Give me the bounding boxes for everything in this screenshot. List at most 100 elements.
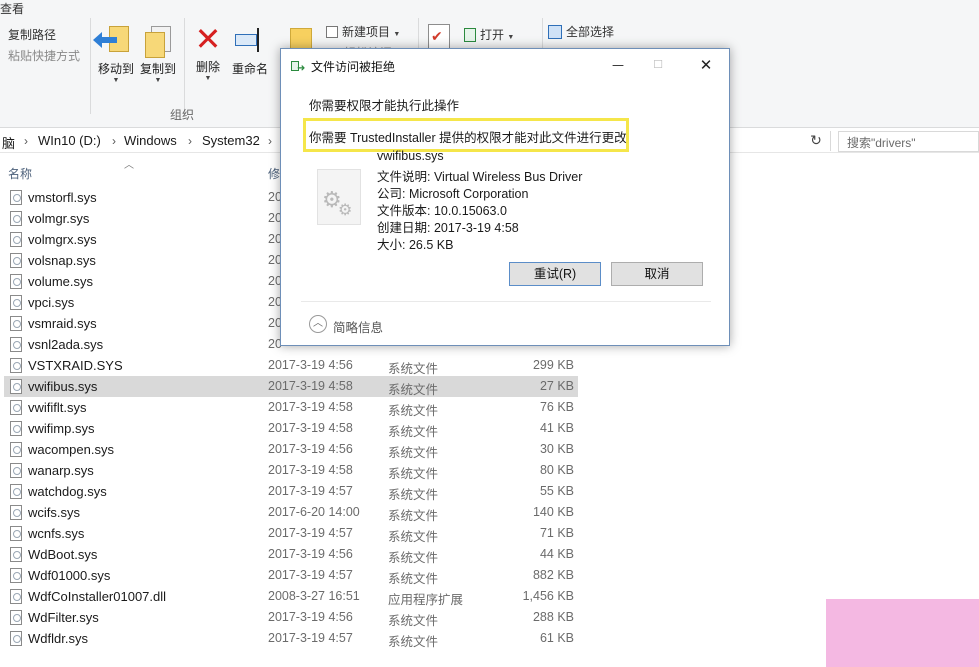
move-to-button[interactable]: 移动到 ▼ xyxy=(93,24,136,84)
file-row[interactable]: vwififlt.sys 2017-3-19 4:58 系统文件 76 KB xyxy=(0,397,979,418)
system-file-icon xyxy=(10,295,22,310)
system-file-icon xyxy=(10,484,22,499)
dialog-divider xyxy=(301,301,711,302)
column-header-modified[interactable]: 修 xyxy=(268,165,280,182)
file-row[interactable]: Wdf01000.sys 2017-3-19 4:57 系统文件 882 KB xyxy=(0,565,979,586)
file-date-cell: 2017-3-19 4:57 xyxy=(268,526,353,540)
access-denied-dialog: ➜ 文件访问被拒绝 — ☐ ✕ 你需要权限才能执行此操作 你需要 Trusted… xyxy=(280,48,730,346)
copy-path-button[interactable]: 复制路径 xyxy=(8,26,56,43)
file-date-cell: 2017-6-20 14:00 xyxy=(268,505,360,519)
file-row[interactable]: WdBoot.sys 2017-3-19 4:56 系统文件 44 KB xyxy=(0,544,979,565)
search-input[interactable]: 搜索"drivers" xyxy=(838,131,979,152)
breadcrumb-system32[interactable]: System32 xyxy=(202,133,260,148)
select-all-button[interactable]: 全部选择 xyxy=(548,23,614,40)
file-date-cell: 2017-3-19 4:56 xyxy=(268,610,353,624)
system-file-icon xyxy=(10,610,22,625)
open-label: 打开 xyxy=(480,28,505,42)
chevron-up-icon[interactable]: ︿ xyxy=(309,315,327,333)
file-type-cell: 系统文件 xyxy=(388,425,439,439)
chevron-down-icon: ▼ xyxy=(204,75,212,82)
refresh-icon[interactable]: ↻ xyxy=(806,131,826,151)
file-size-cell: 44 KB xyxy=(539,547,574,561)
system-file-icon xyxy=(10,232,22,247)
address-separator xyxy=(830,131,831,151)
file-name-cell: watchdog.sys xyxy=(28,484,107,499)
file-name-cell: wcnfs.sys xyxy=(28,526,85,541)
file-row[interactable]: vwifimp.sys 2017-3-19 4:58 系统文件 41 KB xyxy=(0,418,979,439)
file-name: vwifibus.sys xyxy=(377,149,444,163)
copy-to-label: 复制到 xyxy=(139,62,176,76)
file-row[interactable]: wacompen.sys 2017-3-19 4:56 系统文件 30 KB xyxy=(0,439,979,460)
file-name-cell: volume.sys xyxy=(28,274,94,289)
breadcrumb-this-pc[interactable]: 脑 xyxy=(2,133,15,152)
rename-button[interactable]: 重命名 xyxy=(228,24,272,77)
file-size-cell: 41 KB xyxy=(539,421,574,435)
file-name-cell: WdFilter.sys xyxy=(28,610,99,625)
brief-info-toggle[interactable]: 简略信息 xyxy=(333,317,383,336)
system-file-icon xyxy=(10,547,22,562)
dialog-title: 文件访问被拒绝 xyxy=(311,60,396,74)
breadcrumb-chevron-icon[interactable]: › xyxy=(112,134,116,148)
ribbon-tab-view[interactable]: 查看 xyxy=(0,0,24,17)
sort-up-icon: ︿ xyxy=(124,160,134,171)
file-type-cell: 应用程序扩展 xyxy=(388,593,464,607)
file-row[interactable]: wanarp.sys 2017-3-19 4:58 系统文件 80 KB xyxy=(0,460,979,481)
file-type-cell: 系统文件 xyxy=(388,551,439,565)
file-type-cell: 系统文件 xyxy=(388,383,439,397)
file-row[interactable]: wcifs.sys 2017-6-20 14:00 系统文件 140 KB xyxy=(0,502,979,523)
file-name-cell: Wdf01000.sys xyxy=(28,568,111,583)
file-row[interactable]: vwifibus.sys 2017-3-19 4:58 系统文件 27 KB xyxy=(0,376,979,397)
breadcrumb-chevron-icon[interactable]: › xyxy=(268,134,272,148)
file-row[interactable]: VSTXRAID.SYS 2017-3-19 4:56 系统文件 299 KB xyxy=(0,355,979,376)
column-header-name[interactable]: 名称 xyxy=(8,165,32,182)
file-name-cell: WdBoot.sys xyxy=(28,547,98,562)
file-name-cell: VSTXRAID.SYS xyxy=(28,358,123,373)
file-date-cell: 2017-3-19 4:56 xyxy=(268,358,353,372)
file-type-cell: 系统文件 xyxy=(388,614,439,628)
file-date-cell: 2017-3-19 4:58 xyxy=(268,421,353,435)
chevron-down-icon: ▼ xyxy=(507,34,515,41)
file-size-cell: 30 KB xyxy=(539,442,574,456)
file-type-cell: 系统文件 xyxy=(388,509,439,523)
file-size-cell: 76 KB xyxy=(539,400,574,414)
cancel-button[interactable]: 取消 xyxy=(611,262,703,286)
new-item-button[interactable]: 新建项目 ▼ xyxy=(326,23,400,40)
copy-to-button[interactable]: 复制到 ▼ xyxy=(138,24,178,84)
move-to-label: 移动到 xyxy=(97,62,134,76)
file-name-cell: WdfCoInstaller01007.dll xyxy=(28,589,167,604)
file-date-cell: 2008-3-27 16:51 xyxy=(268,589,360,603)
file-access-icon: ➜ xyxy=(291,59,307,74)
close-icon[interactable]: ✕ xyxy=(691,55,721,75)
file-type-cell: 系统文件 xyxy=(388,362,439,376)
chevron-down-icon: ▼ xyxy=(112,77,120,84)
open-button[interactable]: 打开 ▼ xyxy=(464,26,514,43)
delete-x-icon: ✕ xyxy=(194,20,222,58)
file-size-cell: 27 KB xyxy=(539,379,574,393)
file-date-cell: 2017-3-19 4:56 xyxy=(268,442,353,456)
breadcrumb-drive[interactable]: WIn10 (D:) xyxy=(38,133,101,148)
file-size-cell: 140 KB xyxy=(532,505,574,519)
rename-label: 重命名 xyxy=(231,62,268,76)
breadcrumb-chevron-icon[interactable]: › xyxy=(24,134,28,148)
breadcrumb-windows[interactable]: Windows xyxy=(124,133,177,148)
file-size-cell: 299 KB xyxy=(532,358,574,372)
file-name-cell: vsnl2ada.sys xyxy=(28,337,104,352)
maximize-icon: ☐ xyxy=(653,58,663,71)
system-file-icon xyxy=(10,589,22,604)
minimize-icon[interactable]: — xyxy=(603,55,633,75)
breadcrumb-chevron-icon[interactable]: › xyxy=(188,134,192,148)
dialog-permission-message: 你需要 TrustedInstaller 提供的权限才能对此文件进行更改 xyxy=(309,131,627,145)
file-row[interactable]: wcnfs.sys 2017-3-19 4:57 系统文件 71 KB xyxy=(0,523,979,544)
delete-button[interactable]: ✕ 删除 ▼ xyxy=(190,22,226,82)
ribbon-separator xyxy=(90,18,91,114)
ribbon-separator xyxy=(184,18,185,114)
ribbon-group-label-organize: 组织 xyxy=(170,108,195,122)
paste-shortcut-button[interactable]: 粘贴快捷方式 xyxy=(8,47,80,64)
file-name-cell: Wdfldr.sys xyxy=(28,631,88,646)
file-row[interactable]: watchdog.sys 2017-3-19 4:57 系统文件 55 KB xyxy=(0,481,979,502)
file-size-cell: 80 KB xyxy=(539,463,574,477)
retry-button[interactable]: 重试(R) xyxy=(509,262,601,286)
delete-label: 删除 xyxy=(195,60,220,74)
file-name-cell: vwifibus.sys xyxy=(28,379,98,394)
file-name-cell: vpci.sys xyxy=(28,295,75,310)
